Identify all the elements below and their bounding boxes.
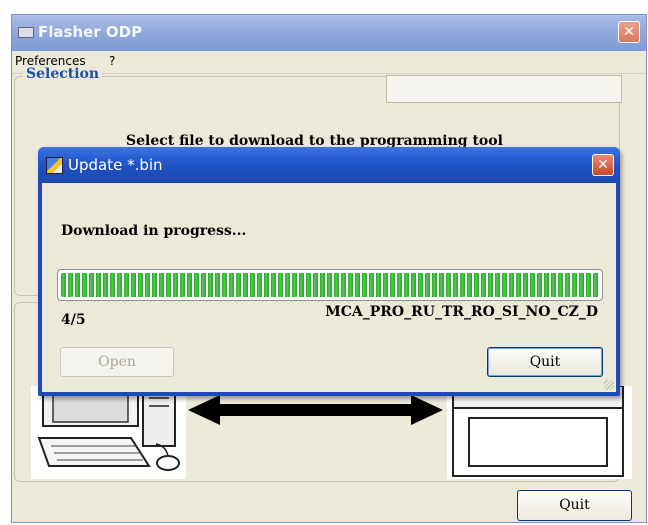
computer-icon <box>31 386 186 479</box>
double-arrow-icon <box>188 395 443 425</box>
progress-bar-fill <box>61 273 599 297</box>
download-status: Download in progress... <box>61 223 247 239</box>
resize-grip[interactable] <box>604 380 614 390</box>
main-close-button[interactable]: ✕ <box>618 21 640 43</box>
dialog-titlebar[interactable]: Update *.bin ✕ <box>38 147 620 183</box>
dialog-close-button[interactable]: ✕ <box>592 154 614 176</box>
open-button[interactable]: Open <box>60 347 174 377</box>
update-icon <box>46 157 63 174</box>
main-quit-button[interactable]: Quit <box>517 490 632 521</box>
main-titlebar[interactable]: Flasher ODP ✕ <box>12 15 646 51</box>
menu-help[interactable]: ? <box>109 54 115 68</box>
window-icon <box>18 27 34 38</box>
progress-bar <box>57 269 603 301</box>
update-dialog: Update *.bin ✕ Download in progress... M… <box>38 147 620 396</box>
programming-tool-icon <box>447 386 632 479</box>
file-count: 4/5 <box>61 312 86 328</box>
dialog-quit-button[interactable]: Quit <box>487 347 603 377</box>
selection-legend: Selection <box>23 66 103 82</box>
menubar: Preferences ? <box>12 51 646 74</box>
dialog-body: Download in progress... MCA_PRO_RU_TR_RO… <box>42 183 616 392</box>
selection-field <box>386 75 622 103</box>
file-name: MCA_PRO_RU_TR_RO_SI_NO_CZ_D <box>325 304 598 320</box>
main-window-title: Flasher ODP <box>38 23 143 41</box>
dialog-title: Update *.bin <box>68 156 163 174</box>
